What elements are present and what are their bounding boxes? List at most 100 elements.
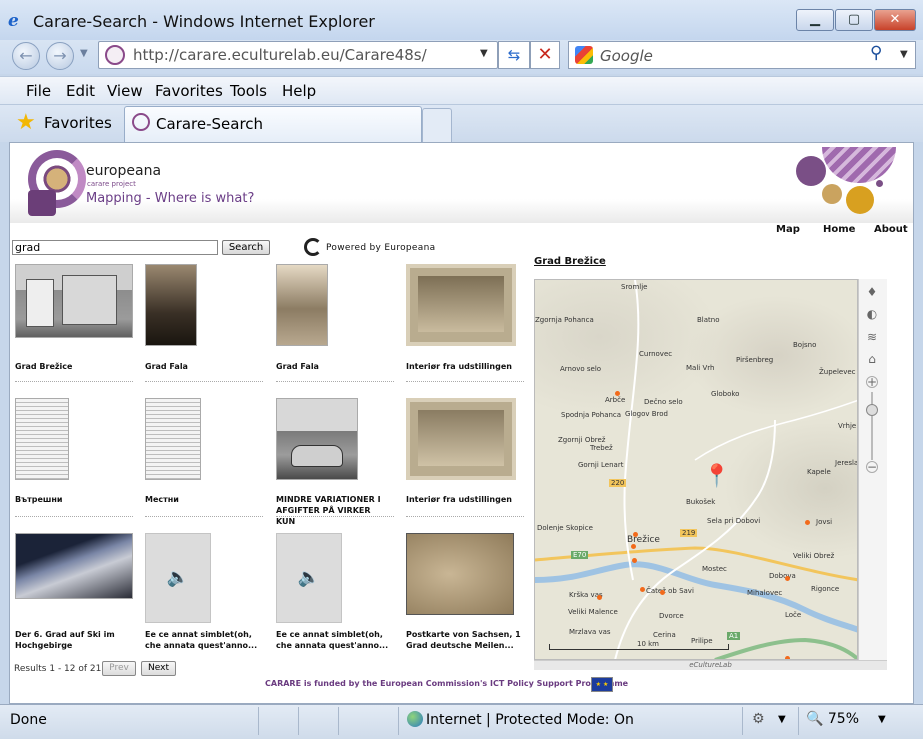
menu-edit[interactable]: Edit xyxy=(66,82,95,100)
result-thumbnail[interactable] xyxy=(406,533,514,615)
result-thumbnail[interactable] xyxy=(406,264,516,346)
result-thumbnail[interactable] xyxy=(145,264,197,346)
layers-icon[interactable]: ≋ xyxy=(864,329,880,345)
minimize-button[interactable]: ▁ xyxy=(796,9,834,31)
earth-view-icon[interactable]: ◐ xyxy=(864,306,880,322)
next-button[interactable]: Next xyxy=(141,661,176,676)
map-town-label: Mrzlava vas xyxy=(569,628,611,636)
window-title: Carare-Search - Windows Internet Explore… xyxy=(33,12,375,31)
tab-label[interactable]: Carare-Search xyxy=(156,115,263,133)
result-caption[interactable]: Grad Brežice xyxy=(15,361,130,372)
menu-view[interactable]: View xyxy=(107,82,143,100)
result-thumbnail[interactable] xyxy=(276,398,358,480)
history-dropdown-icon[interactable]: ▼ xyxy=(80,48,88,59)
result-caption[interactable]: Grad Fala xyxy=(145,361,260,372)
audio-placeholder-icon[interactable]: 🔈 xyxy=(145,533,211,623)
map-marker[interactable] xyxy=(785,576,790,581)
menu-help[interactable]: Help xyxy=(282,82,316,100)
ie-logo-icon: e xyxy=(8,11,19,31)
result-thumbnail[interactable] xyxy=(406,398,516,480)
search-button[interactable]: Search xyxy=(222,240,270,255)
map-marker[interactable] xyxy=(633,532,638,537)
forward-button[interactable]: → xyxy=(46,42,74,70)
map-view[interactable]: Sromlje Zgornja Pohanca Blatno Bojsno Cu… xyxy=(534,279,858,660)
google-icon xyxy=(575,46,593,64)
result-caption[interactable]: MINDRE VARIATIONER I AFGIFTER PÅ VIRKER … xyxy=(276,494,391,527)
back-button[interactable]: ← xyxy=(12,42,40,70)
zoom-slider-handle[interactable] xyxy=(866,404,878,416)
result-caption[interactable]: Der 6. Grad auf Ski im Hochgebirge xyxy=(15,629,130,651)
security-zone[interactable]: Internet | Protected Mode: On xyxy=(426,712,634,728)
menu-file[interactable]: File xyxy=(26,82,51,100)
search-provider-input[interactable]: Google xyxy=(600,47,653,65)
audio-placeholder-icon[interactable]: 🔈 xyxy=(276,533,342,623)
road-label: A1 xyxy=(727,632,741,640)
logo-emblem-icon xyxy=(28,190,56,216)
refresh-icon[interactable]: ⇆ xyxy=(498,41,530,69)
nav-map[interactable]: Map xyxy=(776,224,800,235)
map-marker[interactable] xyxy=(631,544,636,549)
site-favicon-icon xyxy=(105,45,125,65)
map-marker[interactable] xyxy=(632,558,637,563)
page-tagline: Mapping - Where is what? xyxy=(86,191,255,206)
map-type-icon[interactable]: ♦ xyxy=(864,284,880,300)
result-caption[interactable]: Interiør fra udstillingen xyxy=(406,494,521,505)
result-thumbnail[interactable] xyxy=(15,533,133,599)
nav-home[interactable]: Home xyxy=(823,224,855,235)
prev-button[interactable]: Prev xyxy=(102,661,136,676)
zoom-out-button[interactable]: − xyxy=(866,461,878,473)
result-caption[interactable]: Ee ce annat simblet(oh, che annata quest… xyxy=(145,629,260,651)
map-town-label: Blatno xyxy=(697,316,720,324)
map-town-label: Zgornji Obrež xyxy=(558,436,606,444)
zoom-level[interactable]: 🔍 75% xyxy=(806,711,859,727)
search-icon[interactable]: ⚲ xyxy=(870,43,882,63)
results-summary: Results 1 - 12 of 21 xyxy=(14,664,102,674)
map-marker[interactable] xyxy=(660,590,665,595)
map-footer: eCultureLab xyxy=(534,660,887,670)
map-town-label: Curnovec xyxy=(639,350,673,358)
map-marker[interactable] xyxy=(640,587,645,592)
menu-favorites[interactable]: Favorites xyxy=(155,82,223,100)
result-caption[interactable]: Ee ce annat simblet(oh, che annata quest… xyxy=(276,629,391,651)
popup-dropdown-icon[interactable]: ▼ xyxy=(778,714,786,725)
address-url[interactable]: http://carare.eculturelab.eu/Carare48s/ xyxy=(133,46,427,64)
terrain-icon[interactable]: ⌂ xyxy=(864,351,880,367)
address-dropdown-icon[interactable]: ▼ xyxy=(480,48,488,59)
result-caption[interactable]: Вътрешни xyxy=(15,494,130,505)
result-thumbnail[interactable] xyxy=(15,264,133,338)
map-town-label: Dobova xyxy=(769,572,796,580)
zoom-dropdown-icon[interactable]: ▼ xyxy=(878,714,886,725)
favorites-star-icon[interactable]: ★ xyxy=(16,110,36,135)
favorites-button[interactable]: Favorites xyxy=(44,114,112,132)
result-thumbnail[interactable] xyxy=(15,398,69,480)
zoom-slider-track[interactable] xyxy=(871,392,873,460)
menu-tools[interactable]: Tools xyxy=(230,82,267,100)
map-town-label: Jovsi xyxy=(816,518,833,526)
maximize-button[interactable]: ▢ xyxy=(835,9,873,31)
selected-pin-icon[interactable]: 📍 xyxy=(703,464,730,489)
zoom-in-button[interactable]: + xyxy=(866,376,878,388)
search-input[interactable]: grad xyxy=(12,240,218,255)
result-thumbnail[interactable] xyxy=(145,398,201,480)
popup-blocker-icon[interactable]: ⚙ xyxy=(752,711,765,727)
result-caption[interactable]: Postkarte von Sachsen, 1 Grad deutsche M… xyxy=(406,629,521,651)
close-button[interactable]: ✕ xyxy=(874,9,916,31)
map-title[interactable]: Grad Brežice xyxy=(534,256,606,267)
search-options-icon[interactable]: ▼ xyxy=(900,49,908,60)
map-marker[interactable] xyxy=(805,520,810,525)
new-tab-button[interactable] xyxy=(422,108,452,142)
nav-about[interactable]: About xyxy=(874,224,908,235)
result-thumbnail[interactable] xyxy=(276,264,328,346)
decor-tree-icon xyxy=(796,156,826,186)
map-town-label: Dolenje Skopice xyxy=(537,524,593,532)
result-caption[interactable]: Interiør fra udstillingen xyxy=(406,361,521,372)
stop-icon[interactable]: ✕ xyxy=(530,41,560,69)
map-town-label: Mostec xyxy=(702,565,727,573)
result-caption[interactable]: Местни xyxy=(145,494,260,505)
map-town-label: Župelevec xyxy=(819,368,856,376)
result-caption[interactable]: Grad Fala xyxy=(276,361,391,372)
map-marker[interactable] xyxy=(597,595,602,600)
map-marker[interactable] xyxy=(615,391,620,396)
map-town-label: Gornji Lenart xyxy=(578,461,624,469)
map-town-label: Veliki Obrež xyxy=(793,552,835,560)
